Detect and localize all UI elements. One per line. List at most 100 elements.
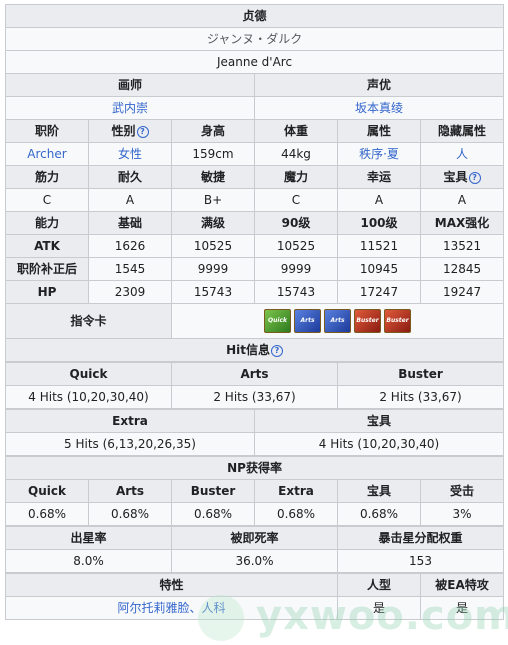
command-cards: Quick Arts Arts Buster Buster bbox=[170, 303, 505, 339]
attribute-header: 属性 bbox=[337, 119, 421, 143]
star-table: 出星率 被即死率 暴击星分配权重 8.0% 36.0% 153 bbox=[5, 526, 504, 573]
np-rate-value: 0.68% bbox=[5, 502, 89, 526]
servant-infobox: 贞德 ジャンヌ・ダルク Jeanne d'Arc 画师 声优 武内崇 坂本真绫 … bbox=[4, 4, 505, 620]
gender-link[interactable]: 女性 bbox=[88, 142, 172, 166]
gender-header: 性别? bbox=[88, 119, 172, 143]
death-rate-value: 36.0% bbox=[171, 549, 338, 573]
stats-cell: 17247 bbox=[337, 280, 421, 304]
np-rate-value: 0.68% bbox=[254, 502, 338, 526]
hit-quick-header: Quick bbox=[5, 362, 172, 386]
stats-cell: 15743 bbox=[171, 280, 255, 304]
hidden-attribute-link[interactable]: 人 bbox=[419, 142, 505, 166]
agility-header: 敏捷 bbox=[171, 165, 255, 189]
hit-buster-header: Buster bbox=[337, 362, 504, 386]
stats-row-label: ATK bbox=[5, 234, 89, 258]
humanoid-value: 是 bbox=[337, 596, 421, 620]
stats-cell: 10525 bbox=[171, 234, 255, 258]
np-rate-value: 0.68% bbox=[337, 502, 421, 526]
star-drop-header: 出星率 bbox=[5, 526, 172, 550]
hit-info-title-label: Hit信息 bbox=[226, 343, 270, 357]
hit-arts-header: Arts bbox=[171, 362, 338, 386]
command-card-buster-icon: Buster bbox=[354, 309, 382, 333]
np-header: 宝具? bbox=[419, 165, 505, 189]
star-drop-value: 8.0% bbox=[5, 549, 172, 573]
np-header-label: 宝具 bbox=[443, 170, 468, 184]
strength-value: C bbox=[5, 188, 89, 212]
np-rate-header: 宝具 bbox=[337, 479, 421, 503]
death-rate-header: 被即死率 bbox=[171, 526, 338, 550]
attribute-link[interactable]: 秩序·夏 bbox=[337, 142, 421, 166]
stats-cell: 1626 bbox=[88, 234, 172, 258]
stats-header: 满级 bbox=[171, 211, 255, 235]
command-cards-label: 指令卡 bbox=[5, 303, 172, 339]
np-rate-value: 3% bbox=[419, 502, 505, 526]
ea-special-header: 被EA特攻 bbox=[420, 573, 504, 597]
luck-value: A bbox=[337, 188, 421, 212]
hit-info-table-2: Extra 宝具 5 Hits (6,13,20,26,35) 4 Hits (… bbox=[5, 409, 504, 456]
mana-header: 魔力 bbox=[254, 165, 338, 189]
traits-link[interactable]: 阿尔托莉雅脸、人科 bbox=[5, 596, 338, 620]
weight-value: 44kg bbox=[254, 142, 338, 166]
stats-header: MAX强化 bbox=[419, 211, 505, 235]
help-icon[interactable]: ? bbox=[270, 345, 283, 357]
class-link[interactable]: Archer bbox=[5, 142, 89, 166]
star-weight-header: 暴击星分配权重 bbox=[337, 526, 504, 550]
traits-header: 特性 bbox=[5, 573, 338, 597]
illustrator-label: 画师 bbox=[5, 73, 255, 97]
stats-cell: 9999 bbox=[254, 257, 338, 281]
stats-header: 100级 bbox=[337, 211, 421, 235]
voice-actor-label: 声优 bbox=[253, 73, 505, 97]
np-value: A bbox=[419, 188, 505, 212]
ea-special-value: 是 bbox=[420, 596, 504, 620]
humanoid-header: 人型 bbox=[337, 573, 421, 597]
stats-cell: 10945 bbox=[337, 257, 421, 281]
class-header: 职阶 bbox=[5, 119, 89, 143]
help-icon[interactable]: ? bbox=[136, 126, 149, 138]
np-rate-value: 0.68% bbox=[88, 502, 172, 526]
stats-cell: 12845 bbox=[419, 257, 505, 281]
hit-extra-value: 5 Hits (6,13,20,26,35) bbox=[5, 432, 255, 456]
hidden-attribute-header: 隐藏属性 bbox=[419, 119, 505, 143]
np-rate-header: Arts bbox=[88, 479, 172, 503]
stats-row-atk: ATK 1626 10525 10525 11521 13521 bbox=[5, 234, 505, 258]
weight-header: 体重 bbox=[254, 119, 338, 143]
hit-arts-value: 2 Hits (33,67) bbox=[171, 385, 338, 409]
stats-cell: 9999 bbox=[171, 257, 255, 281]
hit-info-table: Quick Arts Buster 4 Hits (10,20,30,40) 2… bbox=[5, 362, 504, 409]
height-header: 身高 bbox=[171, 119, 255, 143]
mana-value: C bbox=[254, 188, 338, 212]
command-card-arts-icon: Arts bbox=[324, 309, 352, 333]
gender-header-label: 性别 bbox=[111, 124, 136, 138]
np-rate-header: 受击 bbox=[419, 479, 505, 503]
voice-actor-link[interactable]: 坂本真绫 bbox=[253, 96, 505, 120]
stats-cell: 15743 bbox=[254, 280, 338, 304]
stats-header: 90级 bbox=[254, 211, 338, 235]
endurance-header: 耐久 bbox=[88, 165, 172, 189]
traits-table: 特性 人型 被EA特攻 阿尔托莉雅脸、人科 是 是 bbox=[5, 573, 504, 620]
stats-row-label: HP bbox=[5, 280, 89, 304]
stats-row-label: 职阶补正后 bbox=[5, 257, 89, 281]
endurance-value: A bbox=[88, 188, 172, 212]
star-weight-value: 153 bbox=[337, 549, 504, 573]
stats-cell: 10525 bbox=[254, 234, 338, 258]
stats-row-hp: HP 2309 15743 15743 17247 19247 bbox=[5, 280, 505, 304]
hit-quick-value: 4 Hits (10,20,30,40) bbox=[5, 385, 172, 409]
illustrator-link[interactable]: 武内崇 bbox=[5, 96, 255, 120]
stats-cell: 2309 bbox=[88, 280, 172, 304]
luck-header: 幸运 bbox=[337, 165, 421, 189]
np-rate-header: Quick bbox=[5, 479, 89, 503]
stats-cell: 1545 bbox=[88, 257, 172, 281]
hit-buster-value: 2 Hits (33,67) bbox=[337, 385, 504, 409]
np-rate-value: 0.68% bbox=[171, 502, 255, 526]
stats-header: 能力 bbox=[5, 211, 89, 235]
np-rate-header: Buster bbox=[171, 479, 255, 503]
stats-row-atk-adjusted: 职阶补正后 1545 9999 9999 10945 12845 bbox=[5, 257, 505, 281]
hit-np-header: 宝具 bbox=[254, 409, 504, 433]
np-rate-title: NP获得率 bbox=[4, 456, 505, 480]
help-icon[interactable]: ? bbox=[468, 172, 481, 184]
np-rate-table: NP获得率 Quick Arts Buster Extra 宝具 受击 0.68… bbox=[4, 456, 505, 526]
command-card-list: Quick Arts Arts Buster Buster bbox=[173, 308, 503, 334]
servant-name-en: Jeanne d'Arc bbox=[4, 50, 505, 74]
stats-cell: 13521 bbox=[419, 234, 505, 258]
agility-value: B+ bbox=[171, 188, 255, 212]
